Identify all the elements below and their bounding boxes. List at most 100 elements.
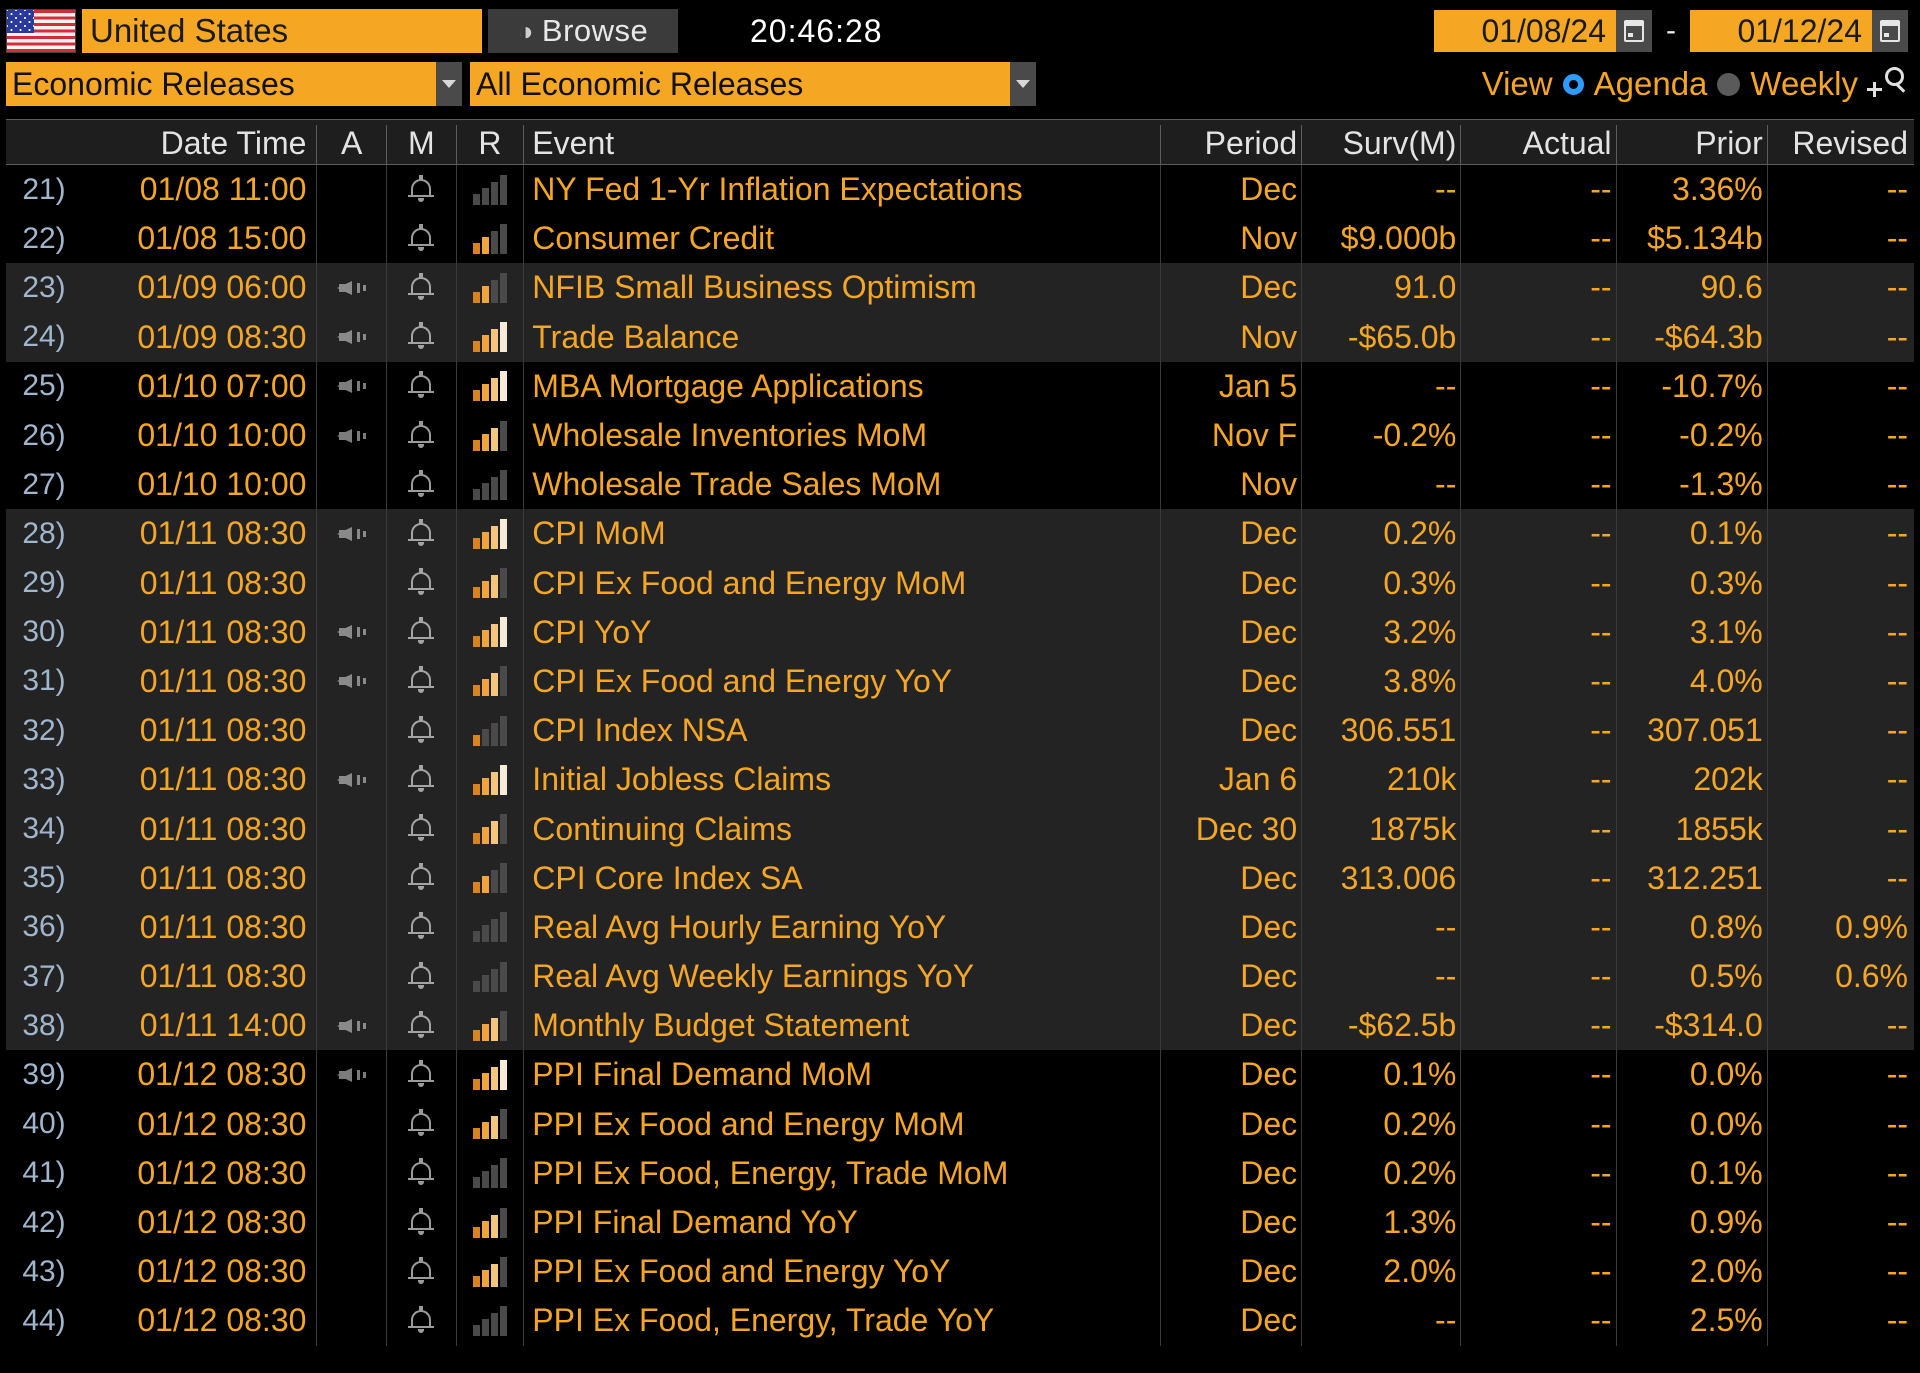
speaker-icon[interactable] [336, 522, 367, 546]
table-row[interactable]: 38) 01/11 14:00 Monthly Budget Statement De… [6, 1001, 1914, 1051]
row-alert-cell[interactable] [386, 902, 456, 952]
row-relevance-cell[interactable] [455, 853, 524, 903]
row-relevance-cell[interactable] [455, 804, 524, 854]
alert-bell-icon[interactable] [408, 1109, 435, 1139]
row-event-name[interactable]: Continuing Claims [523, 804, 1160, 854]
row-event-name[interactable]: CPI Ex Food and Energy MoM [523, 558, 1160, 608]
row-audio-cell[interactable] [316, 1001, 386, 1051]
row-event-name[interactable]: CPI Core Index SA [523, 853, 1160, 903]
row-audio-cell[interactable] [316, 1197, 386, 1248]
header-event[interactable]: Event [523, 125, 1160, 164]
alert-bell-icon[interactable] [408, 617, 435, 647]
alert-bell-icon[interactable] [408, 371, 435, 401]
row-audio-cell[interactable] [316, 1247, 386, 1297]
radio-weekly-label[interactable]: Weekly [1750, 65, 1858, 103]
row-event-name[interactable]: Wholesale Inventories MoM [523, 410, 1160, 461]
row-audio-cell[interactable] [316, 263, 386, 313]
row-relevance-cell[interactable] [455, 312, 524, 362]
row-relevance-cell[interactable] [455, 165, 524, 215]
row-relevance-cell[interactable] [455, 410, 524, 461]
row-alert-cell[interactable] [386, 706, 456, 756]
header-audio[interactable]: A [316, 125, 386, 164]
row-event-name[interactable]: PPI Ex Food, Energy, Trade MoM [523, 1148, 1160, 1198]
row-relevance-cell[interactable] [455, 361, 524, 411]
speaker-icon[interactable] [336, 276, 367, 300]
header-survey[interactable]: Surv(M) [1301, 125, 1460, 164]
row-event-name[interactable]: CPI Index NSA [523, 706, 1160, 756]
speaker-icon[interactable] [336, 424, 367, 448]
row-relevance-cell[interactable] [455, 1296, 524, 1346]
table-row[interactable]: 44) 01/12 08:30 PPI Ex Food, Energy, Trade… [6, 1296, 1914, 1346]
row-alert-cell[interactable] [386, 755, 456, 805]
speaker-icon[interactable] [336, 768, 367, 792]
row-event-name[interactable]: Initial Jobless Claims [523, 755, 1160, 805]
alert-bell-icon[interactable] [408, 420, 435, 451]
table-row[interactable]: 37) 01/11 08:30 Real Avg Weekly Earnings Y… [6, 952, 1914, 1002]
alert-bell-icon[interactable] [408, 912, 435, 942]
row-event-name[interactable]: PPI Final Demand MoM [523, 1050, 1160, 1100]
alert-bell-icon[interactable] [408, 666, 435, 696]
alert-bell-icon[interactable] [408, 322, 435, 352]
alert-bell-icon[interactable] [408, 961, 435, 992]
row-event-name[interactable]: NFIB Small Business Optimism [523, 263, 1160, 313]
country-input[interactable]: United States [82, 9, 482, 53]
row-audio-cell[interactable] [316, 952, 386, 1002]
date-to-input[interactable]: 01/12/24 [1690, 10, 1872, 52]
row-event-name[interactable]: NY Fed 1-Yr Inflation Expectations [523, 165, 1160, 215]
date-from-input[interactable]: 01/08/24 [1434, 10, 1616, 52]
row-alert-cell[interactable] [386, 558, 456, 608]
row-event-name[interactable]: CPI MoM [523, 509, 1160, 559]
row-alert-cell[interactable] [386, 1148, 456, 1198]
row-relevance-cell[interactable] [455, 1148, 524, 1198]
table-row[interactable]: 41) 01/12 08:30 PPI Ex Food, Energy, Trade… [6, 1148, 1914, 1198]
row-alert-cell[interactable] [386, 361, 456, 411]
row-audio-cell[interactable] [316, 853, 386, 903]
row-audio-cell[interactable] [316, 656, 386, 707]
row-alert-cell[interactable] [386, 1001, 456, 1051]
table-row[interactable]: 26) 01/10 10:00 Wholesale Inventories MoM N… [6, 410, 1914, 461]
row-event-name[interactable]: CPI Ex Food and Energy YoY [523, 656, 1160, 707]
alert-bell-icon[interactable] [408, 568, 435, 598]
row-event-name[interactable]: Real Avg Weekly Earnings YoY [523, 952, 1160, 1002]
row-alert-cell[interactable] [386, 853, 456, 903]
row-alert-cell[interactable] [386, 165, 456, 215]
alert-bell-icon[interactable] [408, 1305, 435, 1336]
add-search-icon[interactable] [1867, 67, 1906, 101]
alert-bell-icon[interactable] [408, 1256, 435, 1287]
row-alert-cell[interactable] [386, 1050, 456, 1100]
row-audio-cell[interactable] [316, 706, 386, 756]
alert-bell-icon[interactable] [408, 715, 435, 746]
alert-bell-icon[interactable] [408, 1059, 435, 1090]
date-to-calendar-button[interactable] [1872, 10, 1908, 52]
alert-bell-icon[interactable] [408, 863, 435, 893]
row-event-name[interactable]: Trade Balance [523, 312, 1160, 362]
speaker-icon[interactable] [336, 1014, 367, 1038]
row-relevance-cell[interactable] [455, 706, 524, 756]
table-row[interactable]: 42) 01/12 08:30 PPI Final Demand YoY Dec 1.3… [6, 1197, 1914, 1248]
row-alert-cell[interactable] [386, 312, 456, 362]
row-alert-cell[interactable] [386, 804, 456, 854]
row-audio-cell[interactable] [316, 1099, 386, 1149]
header-relevance[interactable]: R [455, 125, 524, 164]
row-alert-cell[interactable] [386, 1197, 456, 1248]
table-row[interactable]: 35) 01/11 08:30 CPI Core Index SA Dec 313.00… [6, 853, 1914, 903]
alert-bell-icon[interactable] [408, 518, 435, 549]
row-audio-cell[interactable] [316, 607, 386, 657]
speaker-icon[interactable] [336, 669, 367, 693]
row-audio-cell[interactable] [316, 558, 386, 608]
row-relevance-cell[interactable] [455, 656, 524, 707]
table-row[interactable]: 24) 01/09 08:30 Trade Balance Nov -$65.0b -- -… [6, 312, 1914, 362]
row-alert-cell[interactable] [386, 214, 456, 264]
table-row[interactable]: 30) 01/11 08:30 CPI YoY Dec 3.2% -- 3.1% -- [6, 607, 1914, 657]
row-relevance-cell[interactable] [455, 1197, 524, 1248]
header-period[interactable]: Period [1159, 125, 1301, 164]
table-row[interactable]: 27) 01/10 10:00 Wholesale Trade Sales MoM N… [6, 460, 1914, 510]
row-event-name[interactable]: Consumer Credit [523, 214, 1160, 264]
row-event-name[interactable]: Real Avg Hourly Earning YoY [523, 902, 1160, 952]
table-row[interactable]: 31) 01/11 08:30 CPI Ex Food and Energy YoY… [6, 656, 1914, 707]
row-relevance-cell[interactable] [455, 1099, 524, 1149]
radio-weekly[interactable] [1717, 72, 1741, 96]
row-event-name[interactable]: PPI Final Demand YoY [523, 1197, 1160, 1248]
header-revised[interactable]: Revised [1766, 125, 1914, 164]
alert-bell-icon[interactable] [408, 1010, 435, 1041]
